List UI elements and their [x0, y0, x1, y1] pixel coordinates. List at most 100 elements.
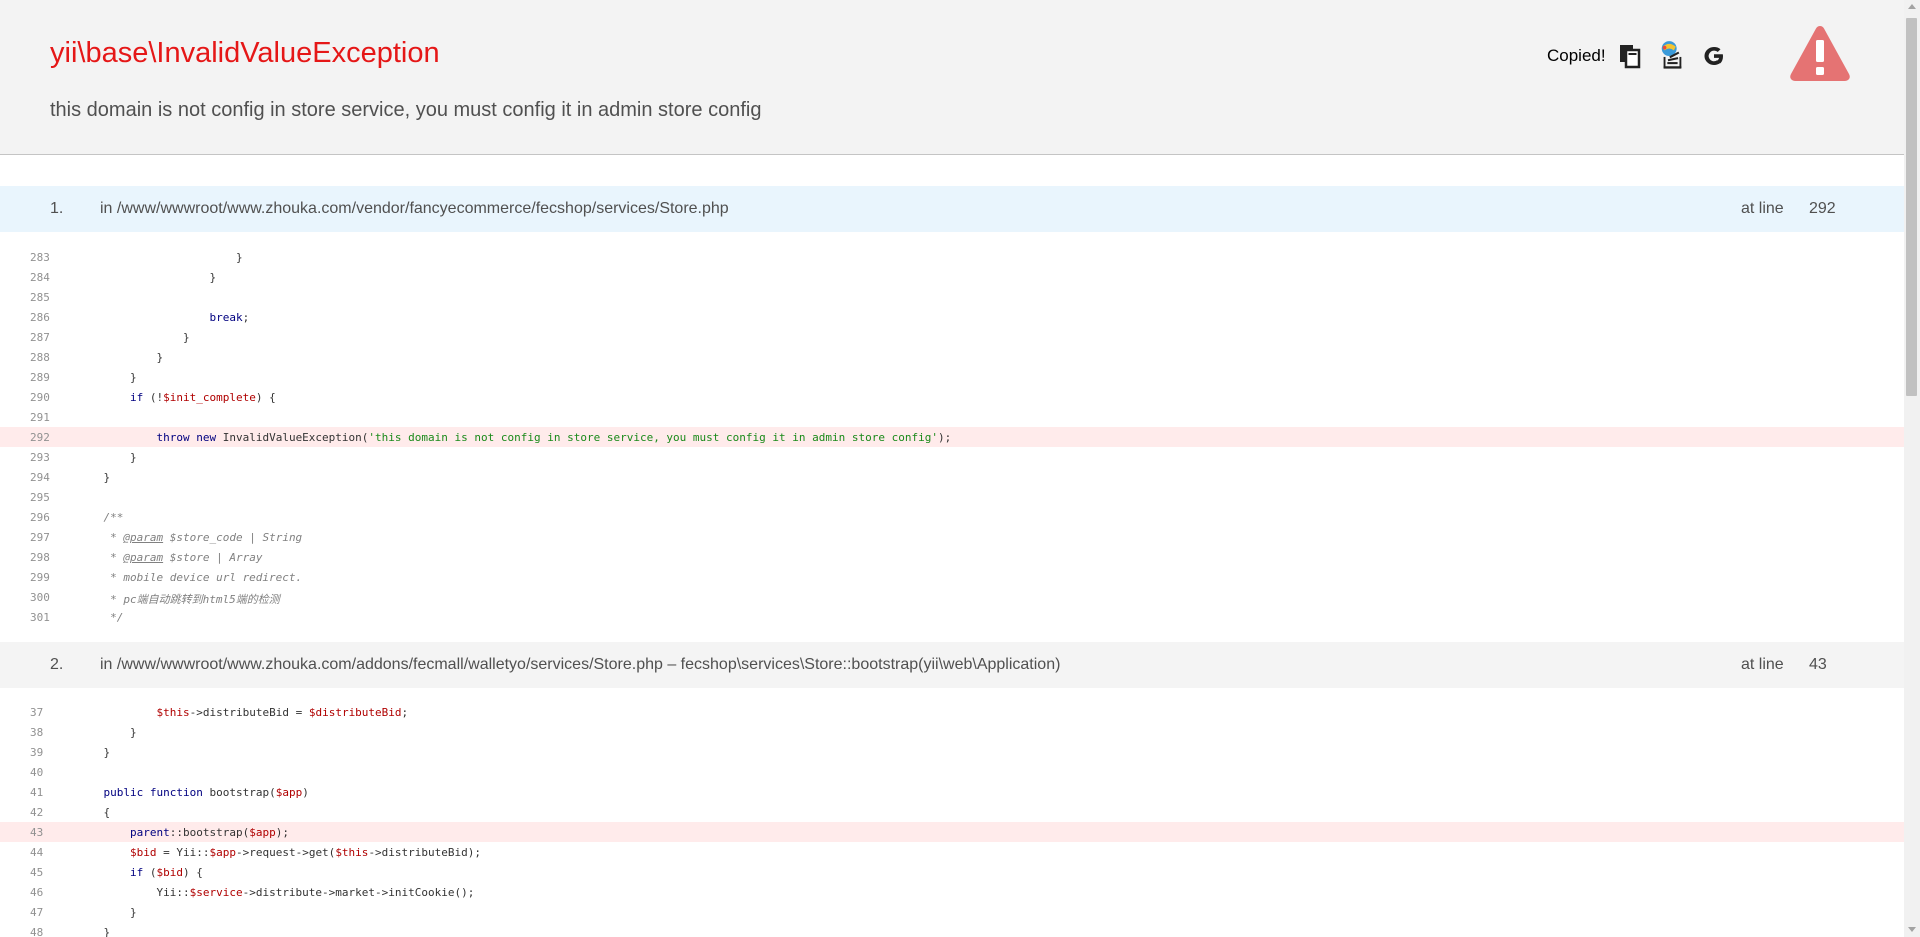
code-token: * pc端自动跳转到html5端的检测 [77, 593, 280, 606]
code-token: break [209, 311, 243, 324]
code-text: } [77, 906, 137, 919]
line-number: 286 [30, 311, 50, 324]
code-text: * mobile device url redirect. [77, 571, 302, 584]
code-token: } [77, 451, 137, 464]
code-token: if [129, 391, 144, 404]
code-token: { [77, 806, 111, 819]
code-token: * mobile device url redirect. [77, 571, 303, 584]
code-token: ::bootstrap( [169, 826, 250, 839]
code-token: $app [209, 846, 236, 859]
code-line: 296 /** [0, 507, 1904, 527]
code-text: } [77, 746, 110, 759]
line-number: 43 [30, 826, 44, 839]
code-snippet-frame-2: 37 $this->distributeBid = $distributeBid… [0, 702, 1904, 937]
line-number: 38 [30, 726, 44, 739]
at-line-label: at line [1741, 656, 1784, 673]
code-token: ->distributeBid); [368, 846, 482, 859]
code-token: $service [189, 886, 243, 899]
code-line: 298 * @param $store | Array [0, 547, 1904, 567]
code-line: 301 */ [0, 607, 1904, 627]
code-token: ); [275, 826, 289, 839]
code-text: throw new InvalidValueException('this do… [77, 431, 951, 444]
scroll-up-arrow-icon[interactable] [1908, 4, 1916, 9]
google-search-icon[interactable] [1700, 41, 1728, 71]
code-line: 294 } [0, 467, 1904, 487]
code-token: ; [401, 706, 409, 719]
error-code-line: 43 parent::bootstrap($app); [0, 822, 1904, 842]
code-text: * @param $store | Array [77, 551, 262, 564]
code-token: = Yii:: [156, 846, 210, 859]
code-token: ); [937, 431, 952, 444]
code-snippet-frame-1: 283 } 284 } 285 286 break; 287 } 288 } 289 } 29… [0, 247, 1904, 627]
line-number: 289 [30, 371, 50, 384]
line-number: 47 [30, 906, 44, 919]
code-token: $this [335, 846, 369, 859]
code-token: @param [123, 531, 164, 544]
code-text: } [77, 726, 137, 739]
line-number: 295 [30, 491, 50, 504]
code-token: $init_complete [163, 391, 256, 404]
code-line: 299 * mobile device url redirect. [0, 567, 1904, 587]
at-line-label: at line [1741, 200, 1784, 217]
scroll-down-arrow-icon[interactable] [1908, 927, 1916, 932]
code-token: } [77, 926, 111, 937]
frame-line-number: 43 [1809, 656, 1827, 673]
code-line: 38 } [0, 722, 1904, 742]
stack-frame-2-header[interactable]: 2. in /www/wwwroot/www.zhouka.com/addons… [0, 642, 1904, 688]
copy-icon[interactable] [1616, 41, 1644, 71]
line-number: 298 [30, 551, 50, 564]
code-token: ->distribute->market->initCookie(); [242, 886, 475, 899]
code-line: 44 $bid = Yii::$app->request->get($this-… [0, 842, 1904, 862]
line-number: 45 [30, 866, 44, 879]
code-text: } [77, 926, 110, 937]
line-number: 292 [30, 431, 50, 444]
code-text: $this->distributeBid = $distributeBid; [77, 706, 408, 719]
code-token: } [77, 271, 217, 284]
code-token: * [77, 551, 124, 564]
scrollbar-thumb[interactable] [1906, 18, 1917, 396]
code-line: 39 } [0, 742, 1904, 762]
code-token: public function [103, 786, 203, 799]
code-text: } [77, 331, 190, 344]
code-text: parent::bootstrap($app); [77, 826, 289, 839]
code-text: * @param $store_code | String [77, 531, 302, 544]
code-token: parent [129, 826, 170, 839]
code-line: 47 } [0, 902, 1904, 922]
stack-frame-1-header[interactable]: 1. in /www/wwwroot/www.zhouka.com/vendor… [0, 186, 1904, 232]
code-text: } [77, 371, 137, 384]
line-number: 290 [30, 391, 50, 404]
line-number: 48 [30, 926, 44, 937]
line-number: 46 [30, 886, 44, 899]
code-line: 285 [0, 287, 1904, 307]
code-text: public function bootstrap($app) [77, 786, 309, 799]
frame-number: 2. [50, 656, 64, 673]
code-text: $bid = Yii::$app->request->get($this->di… [77, 846, 481, 859]
code-token: throw new [156, 431, 217, 444]
exception-message: this domain is not config in store servi… [50, 99, 762, 121]
line-number: 285 [30, 291, 50, 304]
line-number: 287 [30, 331, 50, 344]
code-token: if [129, 866, 144, 879]
code-text: /** [77, 511, 123, 524]
code-token: $distributeBid [308, 706, 402, 719]
code-token: ; [242, 311, 250, 324]
code-token: @param [123, 551, 164, 564]
stack-overflow-search-icon[interactable] [1658, 41, 1686, 71]
code-line: 291 [0, 407, 1904, 427]
code-line: 287 } [0, 327, 1904, 347]
code-text: { [77, 806, 110, 819]
code-token: $bid [156, 866, 183, 879]
code-text: if (!$init_complete) { [77, 391, 276, 404]
code-token: /** [77, 511, 124, 524]
code-token: } [77, 351, 164, 364]
code-line: 295 [0, 487, 1904, 507]
code-token: */ [77, 611, 124, 624]
copied-label: Copied! [1547, 46, 1606, 65]
code-token: ->distributeBid = [189, 706, 309, 719]
